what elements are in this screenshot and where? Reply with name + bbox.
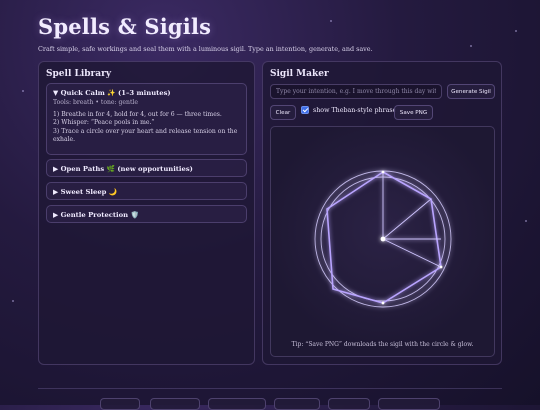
- sigil-maker-panel: Sigil Maker Generate Sigil Clear show Th…: [262, 61, 502, 365]
- footer-button[interactable]: [378, 398, 440, 410]
- footer-button[interactable]: [274, 398, 320, 410]
- footer-button[interactable]: [100, 398, 140, 410]
- generate-sigil-button[interactable]: Generate Sigil: [447, 84, 495, 99]
- page-subtitle: Craft simple, safe workings and seal the…: [38, 45, 373, 53]
- spell-item-label[interactable]: ▶ Gentle Protection 🛡️: [53, 211, 139, 219]
- intention-input[interactable]: [270, 84, 442, 99]
- spell-item-label[interactable]: ▶ Open Paths 🌿 (new opportunities): [53, 165, 193, 173]
- star: [515, 30, 517, 32]
- footer-button[interactable]: [208, 398, 266, 410]
- theban-label: show Theban-style phrase: [313, 106, 397, 114]
- sigil-drawing: [314, 170, 452, 308]
- footer-button[interactable]: [328, 398, 370, 410]
- sigil-node: [381, 301, 385, 305]
- spell-item-label[interactable]: ▼ Quick Calm ✨ (1–3 minutes): [53, 89, 171, 97]
- footer-divider: [38, 388, 502, 389]
- theban-toggle[interactable]: show Theban-style phrase: [301, 106, 396, 114]
- page-title: Spells & Sigils: [38, 14, 212, 39]
- save-tip: Tip: “Save PNG” downloads the sigil with…: [291, 341, 474, 348]
- clear-button[interactable]: Clear: [270, 105, 296, 120]
- spell-item-quick-calm[interactable]: ▼ Quick Calm ✨ (1–3 minutes) Tools: brea…: [46, 83, 247, 155]
- spell-item-gentle-protection[interactable]: ▶ Gentle Protection 🛡️: [46, 205, 247, 223]
- spell-item-label[interactable]: ▶ Sweet Sleep 🌙: [53, 188, 117, 196]
- sigil-center-dot: [380, 236, 386, 242]
- star: [12, 300, 14, 302]
- save-png-button[interactable]: Save PNG: [394, 105, 433, 120]
- spell-item-open-paths[interactable]: ▶ Open Paths 🌿 (new opportunities): [46, 159, 247, 177]
- footer-button[interactable]: [150, 398, 200, 410]
- star: [330, 20, 332, 22]
- star: [525, 220, 527, 222]
- sigil-canvas: Tip: “Save PNG” downloads the sigil with…: [270, 126, 495, 357]
- spell-step: 3) Trace a circle over your heart and re…: [53, 127, 238, 144]
- spell-item-body: Tools: breath • tone: gentle 1) Breathe …: [53, 99, 240, 145]
- spell-step: 2) Whisper: “Peace pools in me.”: [53, 119, 155, 127]
- spell-library-panel: Spell Library ▼ Quick Calm ✨ (1–3 minute…: [38, 61, 255, 365]
- sigil-node: [381, 170, 385, 174]
- sigil-node: [439, 265, 443, 269]
- spell-library-title: Spell Library: [46, 69, 112, 79]
- spell-meta: Tools: breath • tone: gentle: [53, 99, 138, 106]
- sigil-maker-title: Sigil Maker: [270, 69, 329, 79]
- theban-checkbox[interactable]: [301, 106, 309, 114]
- star: [22, 90, 24, 92]
- spell-item-sweet-sleep[interactable]: ▶ Sweet Sleep 🌙: [46, 182, 247, 200]
- spell-step: 1) Breathe in for 4, hold for 4, out for…: [53, 110, 222, 118]
- star: [470, 45, 472, 47]
- sigil-strokes: [382, 172, 442, 268]
